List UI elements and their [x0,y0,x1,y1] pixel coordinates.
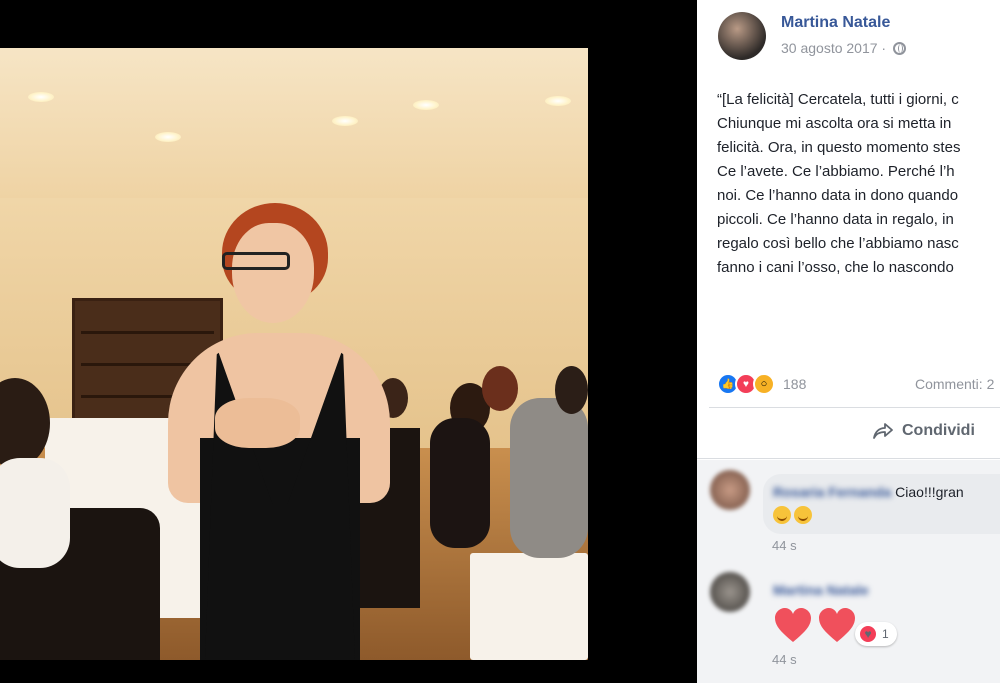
comment-text-row: Rosaria Fernanda Ciao!!!gran [773,484,964,500]
share-button[interactable]: Condividi [872,422,975,440]
heart-icon [819,608,855,642]
share-label: Condividi [902,422,975,439]
post-text-line: felicità. Ora, in questo momento stes [717,139,961,156]
comment-time[interactable]: 44 s [772,538,797,553]
post-text-line: Chiunque mi ascolta ora si metta in [717,115,952,132]
wow-icon: ○ [753,373,775,395]
divider [709,407,1000,408]
post-author[interactable]: Martina Natale [781,14,890,32]
reactions-summary[interactable]: 👍 ♥ ○ 188 [717,372,806,396]
comment-author[interactable]: Rosaria Fernanda [773,484,891,500]
share-icon [873,423,893,439]
comment-time[interactable]: 44 s [772,652,797,667]
guest-body [430,418,490,548]
tablecloth [470,553,588,660]
photo-ceiling [0,48,588,198]
woman-hands [215,398,300,448]
commenter-avatar[interactable] [710,572,750,612]
post-text-line: Ce l’avete. Ce l’abbiamo. Perché l’h [717,163,955,180]
smile-emoji-icon [794,506,812,524]
love-icon: ♥ [858,624,878,644]
woman-face [232,223,314,323]
heart-icon [775,608,811,642]
comment-emojis [773,506,815,529]
comment-reaction-count: 1 [882,627,889,641]
post-text-line: “[La felicità] Cercatela, tutti i giorni… [717,91,959,108]
post-meta: 30 agosto 2017 · [781,40,906,56]
meta-separator: · [881,40,887,56]
post-text-line: fanno i cani l’osso, che lo nascondo [717,259,954,276]
post-date[interactable]: 30 agosto 2017 [781,40,878,56]
ceiling-lamp [28,92,54,102]
comment-bubble: Rosaria Fernanda Ciao!!!gran [763,474,1000,534]
guest-body [510,398,588,558]
post-photo[interactable] [0,48,588,660]
guest-body [0,458,70,568]
post-panel: Martina Natale 30 agosto 2017 · “[La fel… [697,0,1000,683]
guest-head [482,366,518,411]
ceiling-lamp [332,116,358,126]
glasses [222,252,290,270]
post-text-line: regalo così bello che l’abbiamo nasc [717,235,959,252]
smile-emoji-icon [773,506,791,524]
comment-author[interactable]: Martina Natale [773,582,869,598]
ceiling-lamp [545,96,571,106]
ceiling-lamp [155,132,181,142]
post-text-line: noi. Ce l’hanno data in dono quando [717,187,959,204]
reactions-count: 188 [783,376,807,392]
divider [697,458,1000,459]
comment-reactions[interactable]: ♥ 1 [855,622,897,646]
globe-icon[interactable] [892,42,906,55]
photo-viewer [0,0,697,683]
commenter-avatar[interactable] [710,470,750,510]
ceiling-lamp [413,100,439,110]
comments-count[interactable]: Commenti: 2 [915,376,994,392]
author-avatar[interactable] [718,12,766,60]
guest-head [555,366,588,414]
comment-text: Ciao!!!gran [895,484,964,500]
post-text-line: piccoli. Ce l’hanno data in regalo, in [717,211,954,228]
comment-author-row: Martina Natale [773,582,869,600]
post-text: “[La felicità] Cercatela, tutti i giorni… [717,88,1000,280]
